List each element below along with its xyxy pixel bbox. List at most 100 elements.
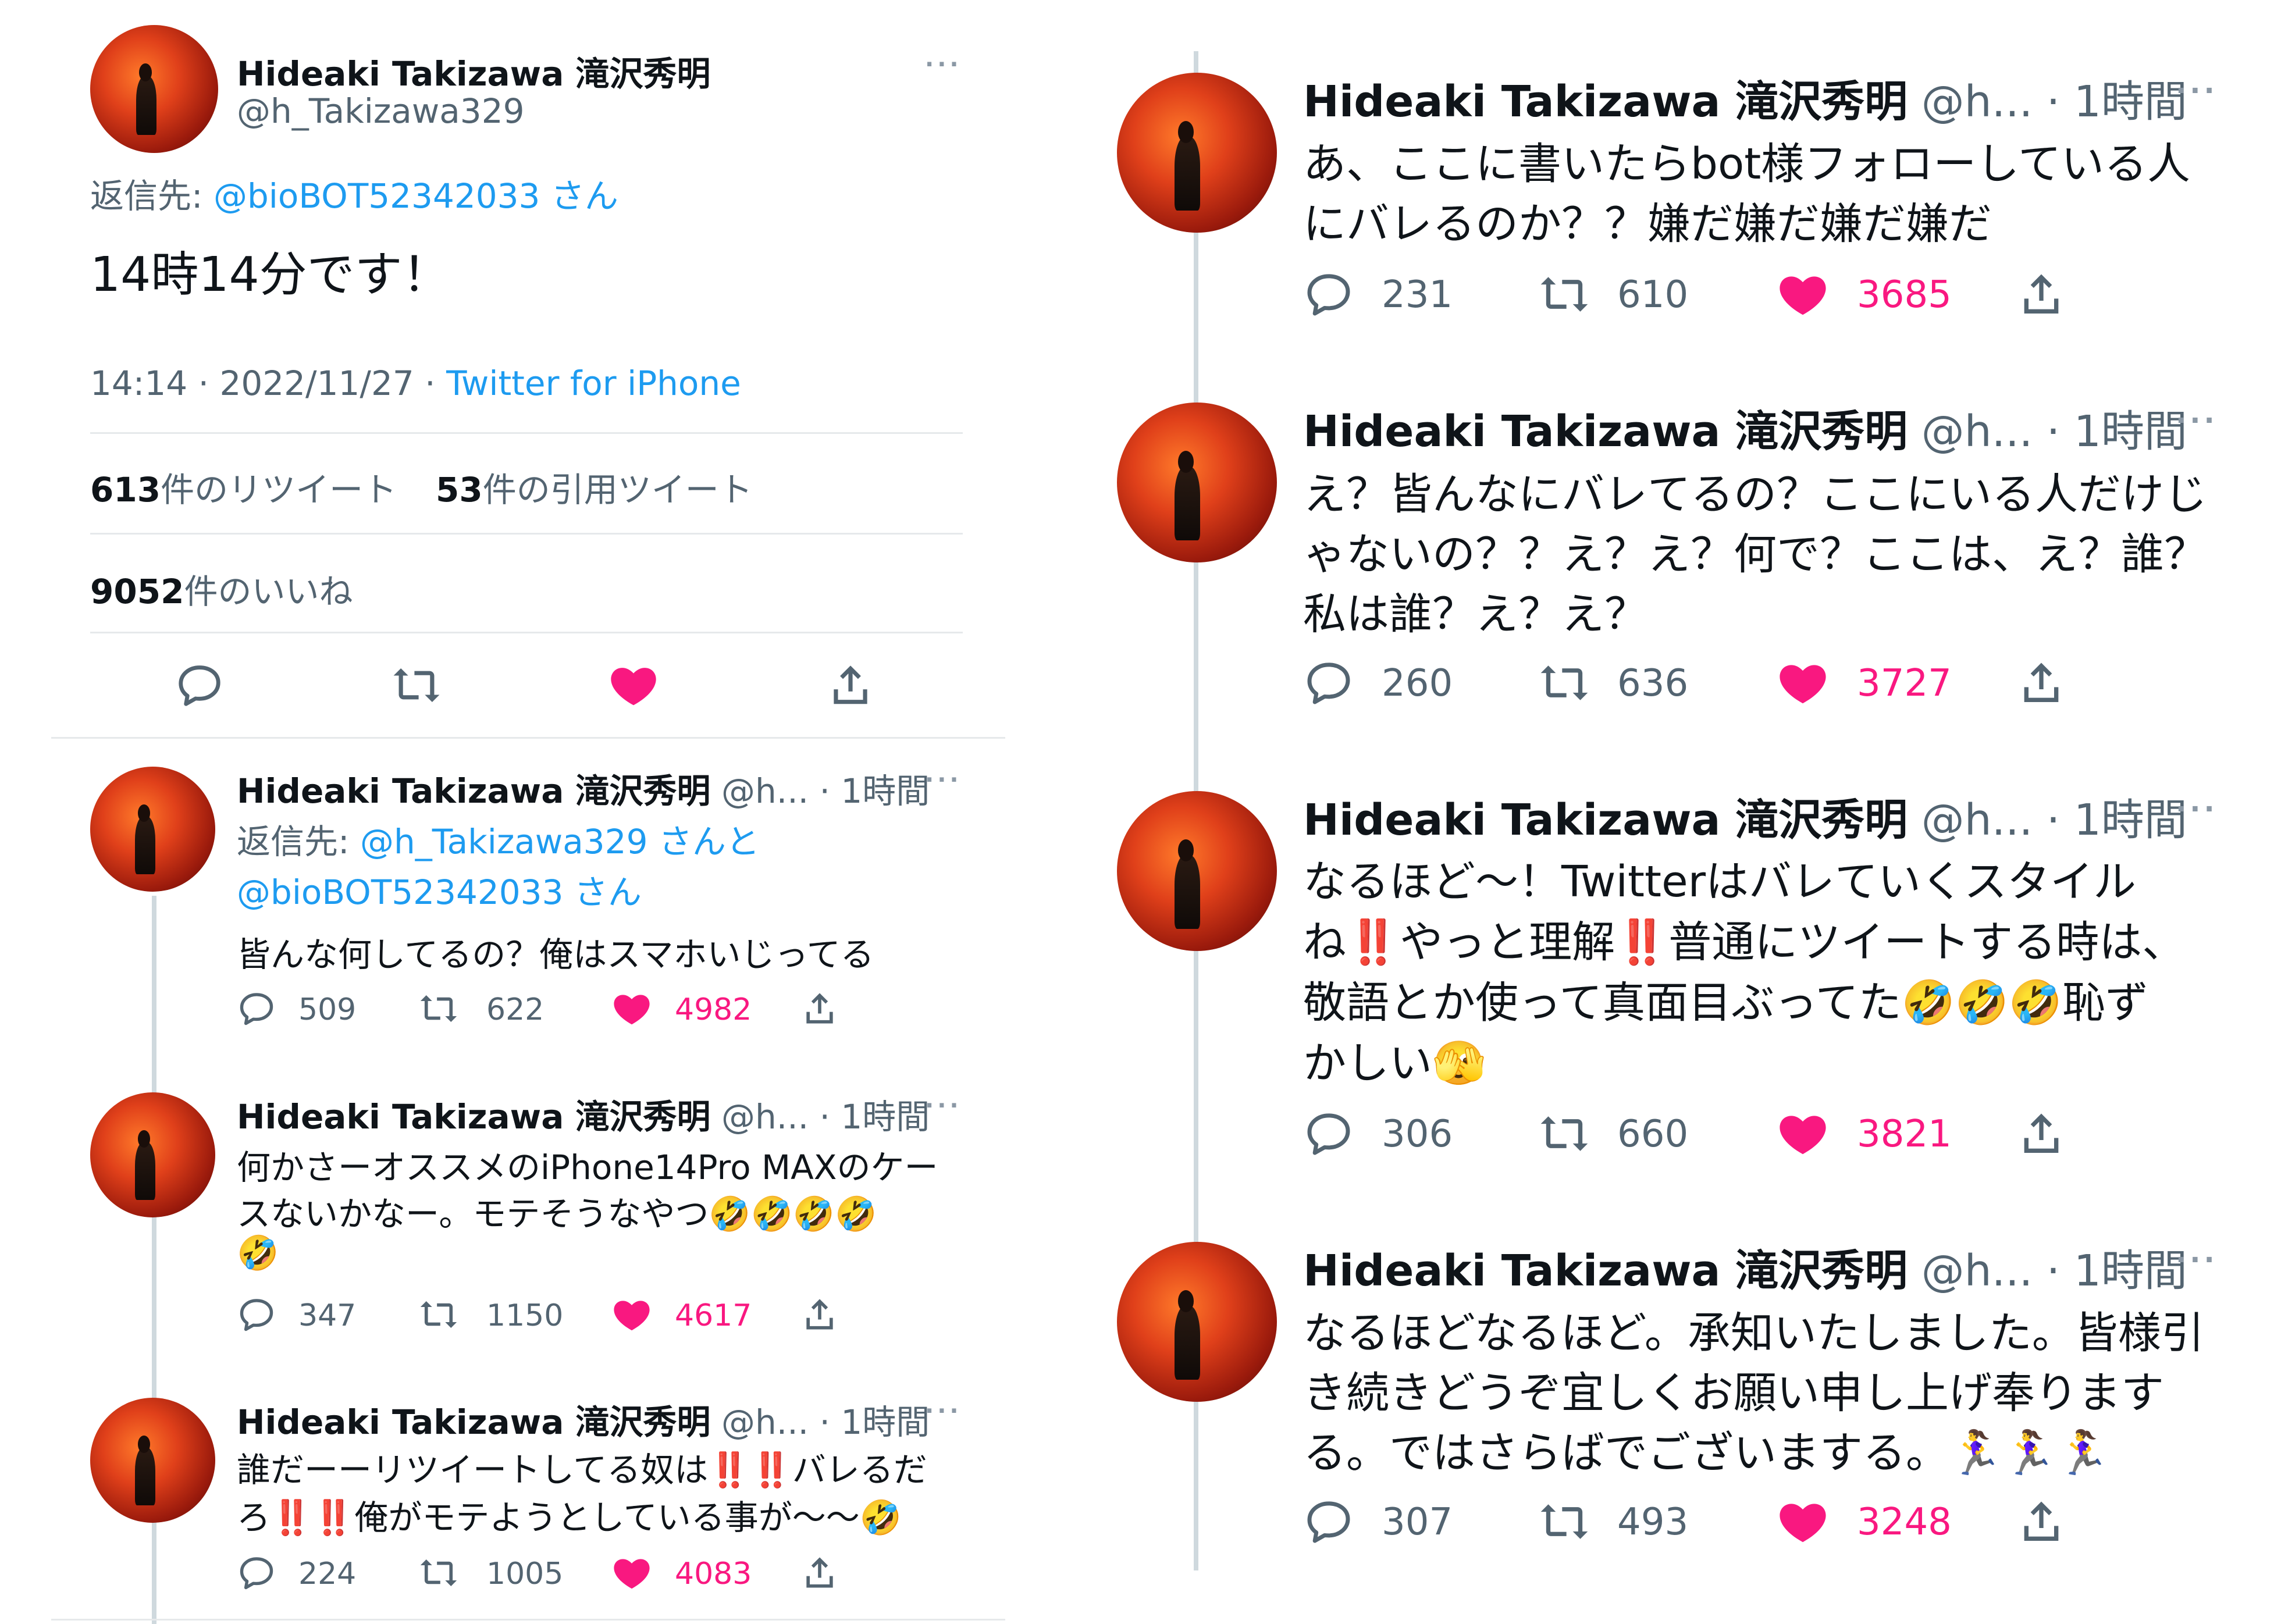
avatar[interactable] <box>1117 403 1277 562</box>
author-name[interactable]: Hideaki Takizawa 滝沢秀明 <box>237 1097 711 1137</box>
retweet-count: 1150 <box>486 1298 564 1333</box>
retweet-icon[interactable] <box>419 989 458 1028</box>
avatar[interactable] <box>90 767 215 892</box>
tweet-header: Hideaki Takizawa 滝沢秀明 @h... · 1時間 <box>237 764 930 813</box>
reply-icon[interactable] <box>1303 1496 1354 1547</box>
divider <box>90 533 963 535</box>
heart-icon[interactable] <box>1777 1496 1828 1547</box>
heart-icon[interactable] <box>612 1553 652 1593</box>
reply-count: 509 <box>298 992 357 1027</box>
author-name[interactable]: Hideaki Takizawa 滝沢秀明 <box>1303 77 1908 127</box>
heart-icon[interactable] <box>1777 657 1828 708</box>
retweet-icon[interactable] <box>1539 1496 1590 1547</box>
tweet-text-line: 誰だーーリツイートしてる奴は‼️‼️バレるだ <box>237 1450 927 1490</box>
tweet-text-line: 🤣 <box>237 1233 279 1273</box>
author-meta[interactable]: @h... · 1時間 <box>1921 795 2187 845</box>
author-name[interactable]: Hideaki Takizawa 滝沢秀明 <box>237 771 711 811</box>
avatar[interactable] <box>1117 73 1277 233</box>
more-icon[interactable]: ··· <box>925 51 962 78</box>
more-icon[interactable]: ··· <box>2176 1244 2218 1276</box>
share-icon[interactable] <box>2016 1496 2067 1547</box>
author-name[interactable]: Hideaki Takizawa 滝沢秀明 <box>237 47 711 95</box>
quote-label[interactable]: 件の引用ツイート <box>483 470 753 510</box>
share-icon[interactable] <box>2016 269 2067 320</box>
tweet-text-line: あ、ここに書いたらbot様フォローしている人 <box>1303 139 2191 189</box>
reply-prefix: 返信先: <box>237 822 360 861</box>
author-name[interactable]: Hideaki Takizawa 滝沢秀明 <box>1303 1246 1908 1296</box>
tweet-time: 14:14 · 2022/11/27 · <box>90 364 447 403</box>
quote-count[interactable]: 53 <box>436 470 483 510</box>
share-icon[interactable] <box>2016 1108 2067 1159</box>
divider <box>90 632 963 633</box>
heart-icon[interactable] <box>612 1295 652 1334</box>
reply-icon[interactable] <box>1303 657 1354 708</box>
tweet-text-line: 私は誰？え？え？ <box>1303 589 1647 639</box>
tweet-text-line: スないかなー。モテそうなやつ🤣🤣🤣🤣 <box>237 1194 877 1234</box>
author-handle[interactable]: @h_Takizawa329 <box>237 91 525 131</box>
reply-count: 224 <box>298 1557 357 1591</box>
tweet-text-line: き続きどうぞ宜しくお願い申し上げ奉ります <box>1303 1368 2164 1418</box>
reply-icon[interactable] <box>1303 1108 1354 1159</box>
reply-to-link[interactable]: @bioBOT52342033 さん <box>237 865 642 914</box>
retweet-icon[interactable] <box>392 660 442 710</box>
author-meta[interactable]: @h... · 1時間 <box>1921 1246 2187 1296</box>
author-meta[interactable]: @h... · 1時間 <box>721 1097 930 1137</box>
share-icon[interactable] <box>800 989 839 1028</box>
author-meta[interactable]: @h... · 1時間 <box>721 771 930 811</box>
share-icon[interactable] <box>825 660 876 710</box>
more-icon[interactable]: ··· <box>925 1092 962 1119</box>
tweet-header: Hideaki Takizawa 滝沢秀明 @h... · 1時間 <box>1303 785 2187 847</box>
author-name[interactable]: Hideaki Takizawa 滝沢秀明 <box>1303 407 1908 457</box>
avatar[interactable] <box>90 25 218 153</box>
share-icon[interactable] <box>2016 657 2067 708</box>
heart-icon[interactable] <box>608 660 659 710</box>
share-icon[interactable] <box>800 1295 839 1334</box>
author-meta[interactable]: @h... · 1時間 <box>1921 77 2187 127</box>
reply-icon[interactable] <box>237 1295 276 1334</box>
more-icon[interactable]: ··· <box>2176 404 2218 437</box>
like-count: 4083 <box>675 1557 752 1591</box>
author-meta[interactable]: @h... · 1時間 <box>1921 407 2187 457</box>
avatar[interactable] <box>1117 1242 1277 1402</box>
author-name[interactable]: Hideaki Takizawa 滝沢秀明 <box>1303 795 1908 845</box>
tweet-text-line: かしい🫣 <box>1303 1038 1486 1088</box>
reply-to-link[interactable]: @h_Takizawa329 さんと <box>360 822 760 861</box>
more-icon[interactable]: ··· <box>925 1398 962 1424</box>
like-count: 3248 <box>1857 1501 1952 1544</box>
reply-icon[interactable] <box>1303 269 1354 320</box>
retweet-icon[interactable] <box>1539 269 1590 320</box>
tweet-text: 皆んな何してるの？俺はスマホいじってる <box>237 935 874 974</box>
reply-count: 260 <box>1382 662 1453 705</box>
tweet-client-link[interactable]: Twitter for iPhone <box>446 364 741 403</box>
like-count: 3685 <box>1857 273 1952 316</box>
more-icon[interactable]: ··· <box>2176 793 2218 825</box>
retweet-count[interactable]: 613 <box>90 470 161 510</box>
like-count: 3821 <box>1857 1113 1952 1156</box>
share-icon[interactable] <box>800 1553 839 1593</box>
avatar[interactable] <box>90 1398 215 1523</box>
more-icon[interactable]: ··· <box>925 767 962 793</box>
tweet-header: Hideaki Takizawa 滝沢秀明 @h... · 1時間 <box>1303 397 2187 459</box>
heart-icon[interactable] <box>612 989 652 1028</box>
reply-to-link[interactable]: @bioBOT52342033 さん <box>213 176 618 216</box>
author-name[interactable]: Hideaki Takizawa 滝沢秀明 <box>237 1402 711 1442</box>
more-icon[interactable]: ··· <box>2176 74 2218 107</box>
tweet-text-line: え？皆んなにバレてるの？ここにいる人だけじ <box>1303 469 2207 519</box>
reply-icon[interactable] <box>237 1553 276 1593</box>
likes-stat[interactable]: 9052件のいいね <box>90 564 353 613</box>
author-meta[interactable]: @h... · 1時間 <box>721 1402 930 1442</box>
tweet-text: 14時14分です！ <box>90 247 450 302</box>
avatar[interactable] <box>90 1092 215 1217</box>
heart-icon[interactable] <box>1777 269 1828 320</box>
reply-icon[interactable] <box>175 660 225 710</box>
retweet-icon[interactable] <box>1539 657 1590 708</box>
like-count: 9052 <box>90 572 184 611</box>
heart-icon[interactable] <box>1777 1108 1828 1159</box>
retweet-icon[interactable] <box>419 1553 458 1593</box>
retweet-icon[interactable] <box>1539 1108 1590 1159</box>
reply-count: 347 <box>298 1298 357 1333</box>
retweet-icon[interactable] <box>419 1295 458 1334</box>
reply-icon[interactable] <box>237 989 276 1028</box>
retweet-label[interactable]: 件のリツイート <box>161 470 397 510</box>
avatar[interactable] <box>1117 791 1277 951</box>
